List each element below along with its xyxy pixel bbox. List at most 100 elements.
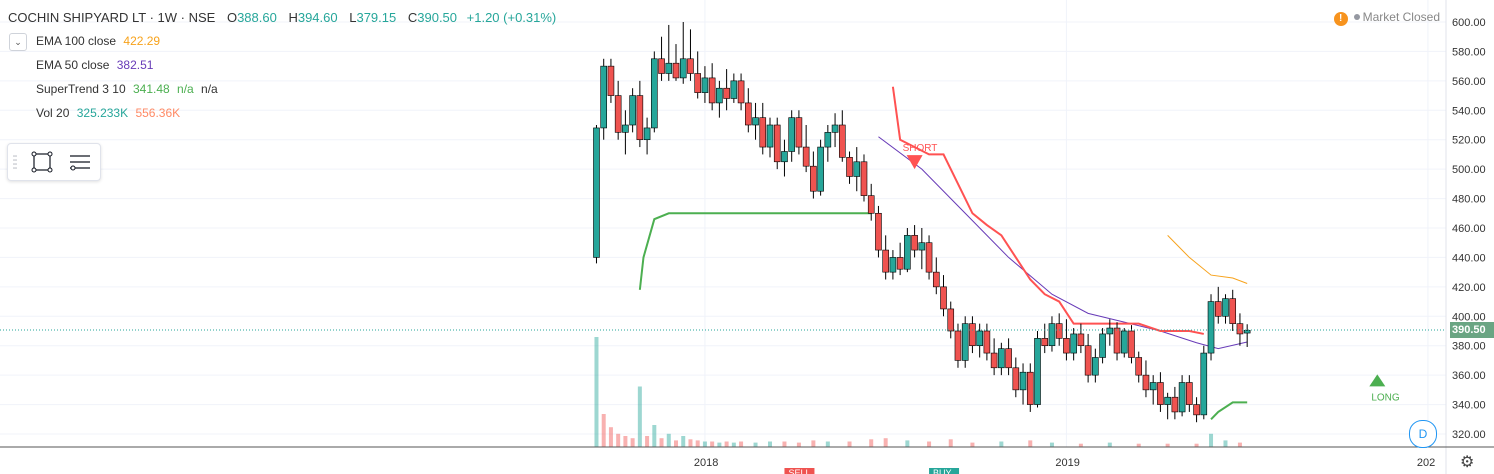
price-tick-label: 540.00 [1452,105,1486,117]
price-tick-label: 420.00 [1452,282,1486,294]
volume-bar [681,436,686,447]
candle-body [875,212,882,251]
candle-body [1063,338,1070,354]
indicator-label: EMA 50 close [36,58,110,72]
candle-body [1157,382,1164,405]
candle-body [1222,298,1229,317]
supertrend-down-line [891,86,1204,335]
candle-body [788,117,795,152]
gear-icon[interactable]: ⚙ [1460,452,1474,472]
volume-bar [623,436,628,447]
indicator-supertrend[interactable]: SuperTrend 3 10 341.48 n/a n/a [36,82,218,96]
volume-bar [869,439,874,447]
candle-body [1229,298,1237,324]
open-value: 388.60 [237,10,277,25]
candle-body [802,146,810,167]
candle-body [1120,330,1128,354]
candle-body [1142,374,1150,391]
candle-body [918,242,926,251]
volume-bar [674,440,679,447]
candle-body [795,117,803,148]
candle-body [600,65,608,129]
candle-body [961,323,969,361]
signal-markers: SHORT LONG [903,143,1400,403]
low-value: 379.15 [356,10,397,25]
volume-bar [1237,442,1242,447]
price-axis[interactable]: 600.00 580.00 560.00 540.00 520.00 500.00 480.… [1452,17,1486,441]
candle-body [730,80,738,99]
close-value: 390.50 [417,10,458,25]
candle-body [1005,348,1012,369]
volume-bar [724,441,729,447]
chevron-down-icon: ⌄ [14,37,22,47]
candle-body [679,58,687,79]
indicator-volume[interactable]: Vol 20 325.233K 556.36K [36,106,180,120]
candle-body [889,257,897,273]
candle-body [838,124,846,158]
candle-body [1178,382,1186,413]
candle-body [1207,301,1215,354]
candle-body [925,242,933,273]
candle-body [752,117,759,126]
ema100-line [1167,235,1248,284]
change-value: +1.20 (+0.31%) [466,10,557,25]
volume-bar [616,433,621,447]
candle-body [672,62,680,79]
indicator-value: 382.51 [116,58,154,72]
short-arrow [906,155,923,170]
candle-body [896,257,904,270]
drag-handle-icon[interactable] [13,154,17,170]
grid-lines [0,0,1446,447]
candle-body [983,330,991,354]
volume-bar [883,438,888,447]
candle-body [860,161,868,196]
price-tick-label: 340.00 [1452,400,1486,412]
volume-bar [688,439,693,447]
hamburger-icon[interactable] [66,148,94,176]
volume-bar [999,441,1004,447]
volume-bar [811,440,816,447]
volume-bar [608,427,613,447]
candle-body [1149,382,1157,391]
market-status-text: Market Closed [1362,10,1440,24]
dividend-badge[interactable]: D [1409,420,1437,448]
candle-body [1012,367,1020,391]
supertrend-up-line [638,212,872,290]
market-status[interactable]: ! Market Closed [1333,10,1440,26]
volume-bar [731,442,736,447]
volume-bar [1028,440,1033,447]
volume-bars: BUY SELL [594,337,1242,474]
candle-body [1055,323,1063,339]
volume-bar [630,438,635,447]
legend-collapse-button[interactable]: ⌄ [9,33,27,51]
candle-body [665,62,673,74]
volume-bar [1209,433,1214,447]
candle-body [1070,333,1077,354]
volume-bar [782,441,787,447]
indicator-ema100[interactable]: EMA 100 close 422.29 [36,34,160,48]
volume-bar [1107,442,1112,447]
indicator-value: n/a [201,82,218,96]
volume-bar [637,386,642,447]
candle-body [904,235,911,270]
candle-body [716,87,723,104]
price-tick-label: 320.00 [1452,429,1486,441]
price-tick-label: 360.00 [1452,370,1486,382]
price-tick-label: 500.00 [1452,164,1486,176]
indicator-ema50[interactable]: EMA 50 close 382.51 [36,58,153,72]
candle-body [1214,301,1222,317]
price-tick-label: 600.00 [1452,17,1486,29]
price-tick-label: 460.00 [1452,223,1486,235]
candle-body [622,124,629,133]
candle-body [1019,371,1027,391]
volume-bar [702,441,707,447]
rectangle-icon[interactable] [28,148,56,176]
price-chart[interactable]: BUY SELL SHORT LONG 600.00 580.00 560.00 540.… [0,0,1494,474]
price-tick-label: 580.00 [1452,46,1486,58]
candle-body [636,95,644,141]
candle-body [998,348,1005,369]
candle-body [759,117,767,148]
candle-body [817,146,824,192]
short-signal-label: SHORT [903,143,938,154]
candle-body [1113,327,1121,354]
